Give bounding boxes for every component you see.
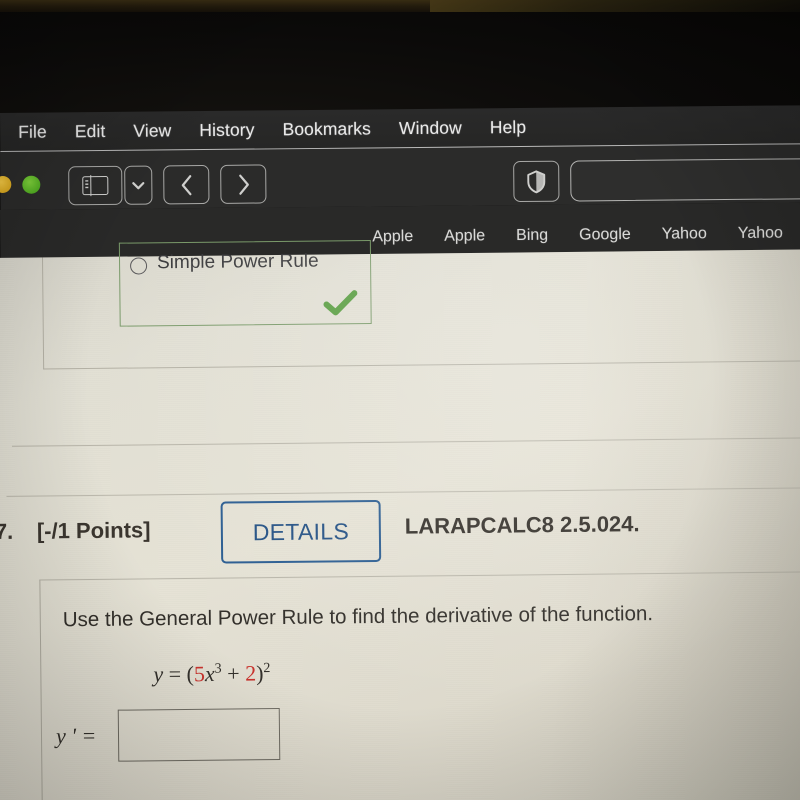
- menu-item-view[interactable]: View: [119, 120, 185, 142]
- equation-constant: 2: [244, 660, 257, 686]
- answer-label: y ' =: [55, 722, 97, 749]
- bookmark-apple-1[interactable]: Apple: [372, 228, 413, 246]
- menu-item-edit[interactable]: Edit: [61, 121, 120, 143]
- previous-question-card: Simple Power Rule: [41, 240, 800, 370]
- question-prompt: Use the General Power Rule to find the d…: [62, 602, 654, 632]
- privacy-report-button[interactable]: [513, 160, 560, 203]
- equation-lhs: y: [153, 661, 164, 687]
- green-checkmark-icon: [323, 290, 358, 316]
- question-number: 7.: [0, 518, 14, 544]
- safari-toolbar: [0, 144, 800, 210]
- chevron-down-icon: [132, 181, 145, 189]
- chevron-left-icon: [181, 174, 192, 195]
- bookmark-bing[interactable]: Bing: [516, 227, 548, 245]
- menu-item-window[interactable]: Window: [385, 117, 476, 139]
- chevron-right-icon: [238, 174, 249, 195]
- window-zoom-button[interactable]: [22, 175, 41, 194]
- question-header: 7. [-/1 Points] DETAILS LARAPCALC8 2.5.0…: [0, 491, 800, 572]
- bookmark-yahoo-1[interactable]: Yahoo: [662, 225, 707, 243]
- menu-item-help[interactable]: Help: [476, 117, 541, 139]
- window-minimize-button[interactable]: [0, 175, 12, 194]
- section-divider-top: [11, 437, 800, 447]
- tab-overview-button[interactable]: [124, 165, 153, 205]
- equation-exponent: 3: [214, 660, 222, 677]
- forward-button[interactable]: [220, 164, 267, 204]
- sidebar-toggle-button[interactable]: [68, 165, 123, 206]
- question-body-card: Use the General Power Rule to find the d…: [39, 571, 800, 800]
- menu-item-history[interactable]: History: [185, 119, 268, 141]
- equation-power: 2: [263, 660, 271, 677]
- equation-equals: =: [168, 661, 182, 687]
- radio-unchecked-icon[interactable]: [130, 257, 148, 275]
- answer-input[interactable]: [117, 707, 281, 762]
- shield-icon: [527, 169, 546, 193]
- webpage-content: Simple Power Rule 7. [-/1 Points] DETAIL…: [0, 240, 800, 800]
- equation-coefficient: 5: [193, 661, 206, 687]
- bookmark-apple-2[interactable]: Apple: [444, 227, 485, 245]
- question-code: LARAPCALC8 2.5.024.: [404, 511, 640, 539]
- menu-item-file[interactable]: File: [4, 121, 61, 143]
- back-button[interactable]: [163, 164, 210, 205]
- question-points: [-/1 Points]: [36, 517, 151, 544]
- question-equation: y = (5x3 + 2)2: [153, 660, 270, 688]
- details-button[interactable]: DETAILS: [220, 499, 382, 564]
- sidebar-icon: [82, 175, 109, 196]
- choice-label-simple-power-rule: Simple Power Rule: [156, 250, 319, 274]
- desktop-dark-area: [0, 12, 800, 114]
- address-bar[interactable]: [570, 158, 800, 202]
- equation-variable: x: [204, 660, 215, 687]
- bookmark-yahoo-2[interactable]: Yahoo: [738, 224, 783, 242]
- equation-plus: +: [227, 660, 240, 686]
- bookmark-google[interactable]: Google: [579, 226, 631, 244]
- answer-choice-box[interactable]: Simple Power Rule: [118, 240, 372, 327]
- menu-item-bookmarks[interactable]: Bookmarks: [268, 118, 385, 140]
- screenshot-frame: File Edit View History Bookmarks Window …: [0, 0, 800, 800]
